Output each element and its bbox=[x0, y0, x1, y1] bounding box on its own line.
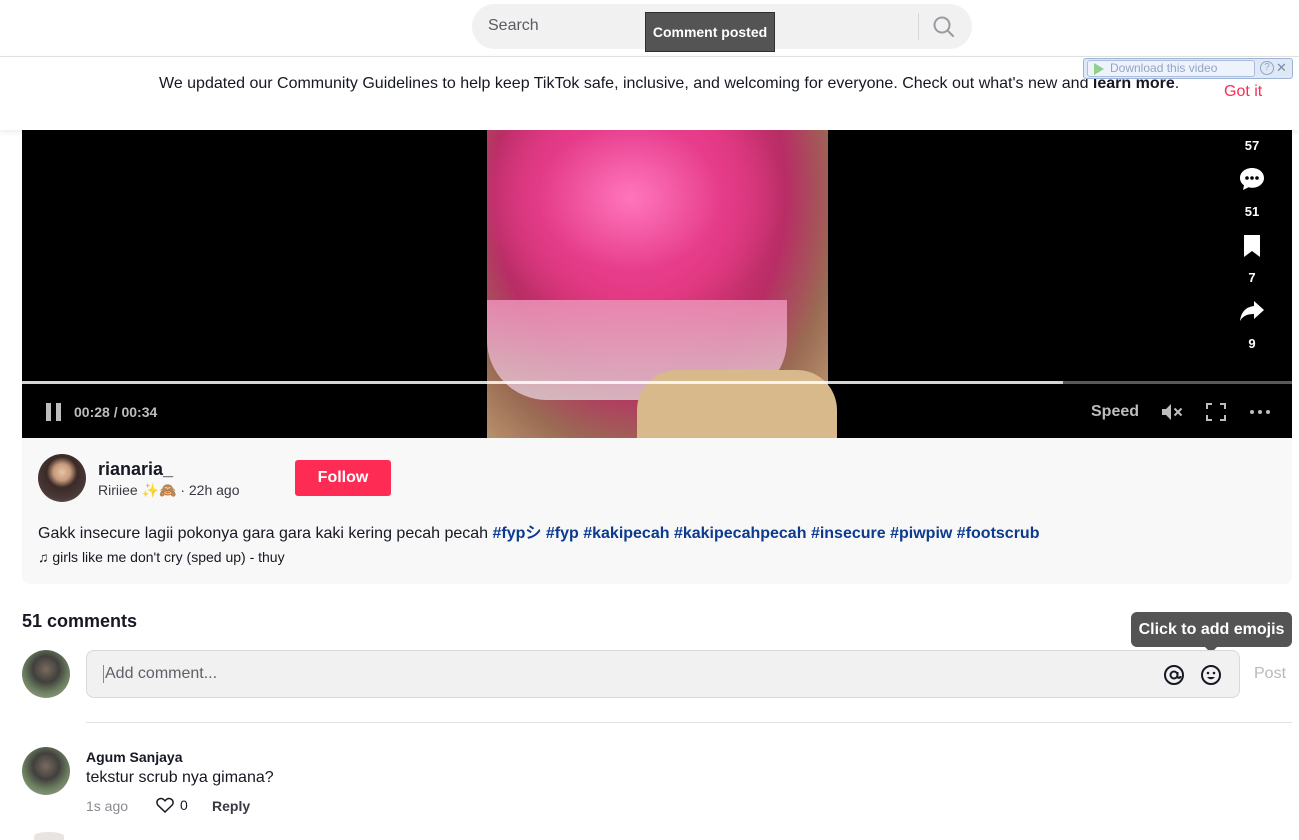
post-time: · 22h ago bbox=[180, 482, 240, 498]
follow-button[interactable]: Follow bbox=[295, 460, 391, 496]
pause-icon[interactable] bbox=[46, 403, 62, 421]
search-icon[interactable] bbox=[930, 14, 958, 39]
hashtag-link[interactable]: #fypシ bbox=[493, 525, 542, 542]
post-info-card: rianaria_ Ririiee ✨🙈 · 22h ago Follow Ga… bbox=[22, 438, 1292, 584]
search-divider bbox=[918, 13, 919, 40]
heart-icon[interactable] bbox=[156, 797, 174, 813]
top-bar: Search Comment posted bbox=[0, 0, 1299, 57]
comment-input-box[interactable]: Add comment... bbox=[86, 650, 1240, 698]
author-subline: Ririiee ✨🙈 · 22h ago bbox=[98, 482, 240, 499]
comment-text: tekstur scrub nya gimana? bbox=[86, 769, 274, 786]
commenter-name[interactable]: Agum Sanjaya bbox=[86, 749, 182, 765]
video-frame[interactable] bbox=[487, 130, 837, 438]
author-nickname: Ririiee ✨🙈 bbox=[98, 482, 177, 498]
hashtag-link[interactable]: #fyp bbox=[546, 525, 579, 542]
bookmark-count: 7 bbox=[1248, 270, 1256, 285]
download-video-button[interactable]: Download this video bbox=[1087, 60, 1255, 77]
reply-button[interactable]: Reply bbox=[212, 798, 250, 814]
download-extension-bar: Download this video ? ✕ bbox=[1083, 58, 1293, 79]
share-icon[interactable] bbox=[1239, 298, 1265, 324]
author-username[interactable]: rianaria_ bbox=[98, 459, 173, 480]
hashtag-link[interactable]: #footscrub bbox=[957, 525, 1040, 542]
got-it-button[interactable]: Got it bbox=[1224, 83, 1262, 101]
comment-posted-toast: Comment posted bbox=[645, 12, 775, 52]
emoji-icon[interactable] bbox=[1200, 664, 1222, 686]
next-commenter-avatar bbox=[34, 832, 64, 840]
comments-count-title: 51 comments bbox=[22, 611, 138, 631]
fullscreen-icon[interactable] bbox=[1204, 401, 1228, 423]
close-icon[interactable]: ✕ bbox=[1276, 60, 1287, 76]
music-note-icon: ♫ bbox=[38, 549, 49, 565]
commenter-avatar[interactable] bbox=[22, 747, 70, 795]
comments-divider bbox=[86, 722, 1292, 723]
comment-time: 1s ago bbox=[86, 798, 129, 814]
comment-like-count: 0 bbox=[180, 797, 188, 813]
comment-count: 51 bbox=[1244, 204, 1260, 219]
emoji-tooltip: Click to add emojis bbox=[1131, 612, 1292, 653]
help-icon[interactable]: ? bbox=[1260, 61, 1274, 75]
comment-input[interactable]: Add comment... bbox=[103, 665, 217, 683]
progress-bar-fill bbox=[22, 381, 1064, 384]
mention-icon[interactable] bbox=[1163, 664, 1185, 686]
current-user-avatar bbox=[22, 650, 70, 698]
playback-time: 00:28 / 00:34 bbox=[74, 404, 158, 420]
notice-text: We updated our Community Guidelines to h… bbox=[159, 73, 1199, 94]
hashtag-link[interactable]: #piwpiw bbox=[890, 525, 952, 542]
post-caption: Gakk insecure lagii pokonya gara gara ka… bbox=[38, 519, 1039, 543]
music-link[interactable]: ♫ girls like me don't cry (sped up) - th… bbox=[38, 549, 285, 565]
search-input[interactable]: Search bbox=[488, 17, 539, 35]
bookmark-icon[interactable] bbox=[1239, 233, 1265, 259]
comment-icon[interactable] bbox=[1239, 166, 1265, 192]
like-count: 57 bbox=[1244, 138, 1260, 153]
hashtag-link[interactable]: #kakipecahpecah bbox=[674, 525, 807, 542]
hashtag-link[interactable]: #kakipecah bbox=[583, 525, 669, 542]
mute-icon[interactable] bbox=[1160, 401, 1184, 423]
speed-button[interactable]: Speed bbox=[1091, 403, 1139, 421]
action-bar: 57 51 7 9 bbox=[1234, 130, 1270, 360]
music-title: girls like me don't cry (sped up) - thuy bbox=[52, 549, 285, 565]
video-player[interactable]: 57 51 7 9 00:28 / 00:34 Speed bbox=[22, 130, 1292, 438]
notice-message: We updated our Community Guidelines to h… bbox=[159, 75, 1093, 92]
progress-bar[interactable] bbox=[22, 381, 1292, 384]
share-count: 9 bbox=[1248, 336, 1256, 351]
author-avatar[interactable] bbox=[38, 454, 86, 502]
post-comment-button[interactable]: Post bbox=[1254, 665, 1286, 683]
hashtag-link[interactable]: #insecure bbox=[811, 525, 886, 542]
more-options-icon[interactable] bbox=[1248, 401, 1272, 423]
caption-text: Gakk insecure lagii pokonya gara gara ka… bbox=[38, 525, 493, 542]
